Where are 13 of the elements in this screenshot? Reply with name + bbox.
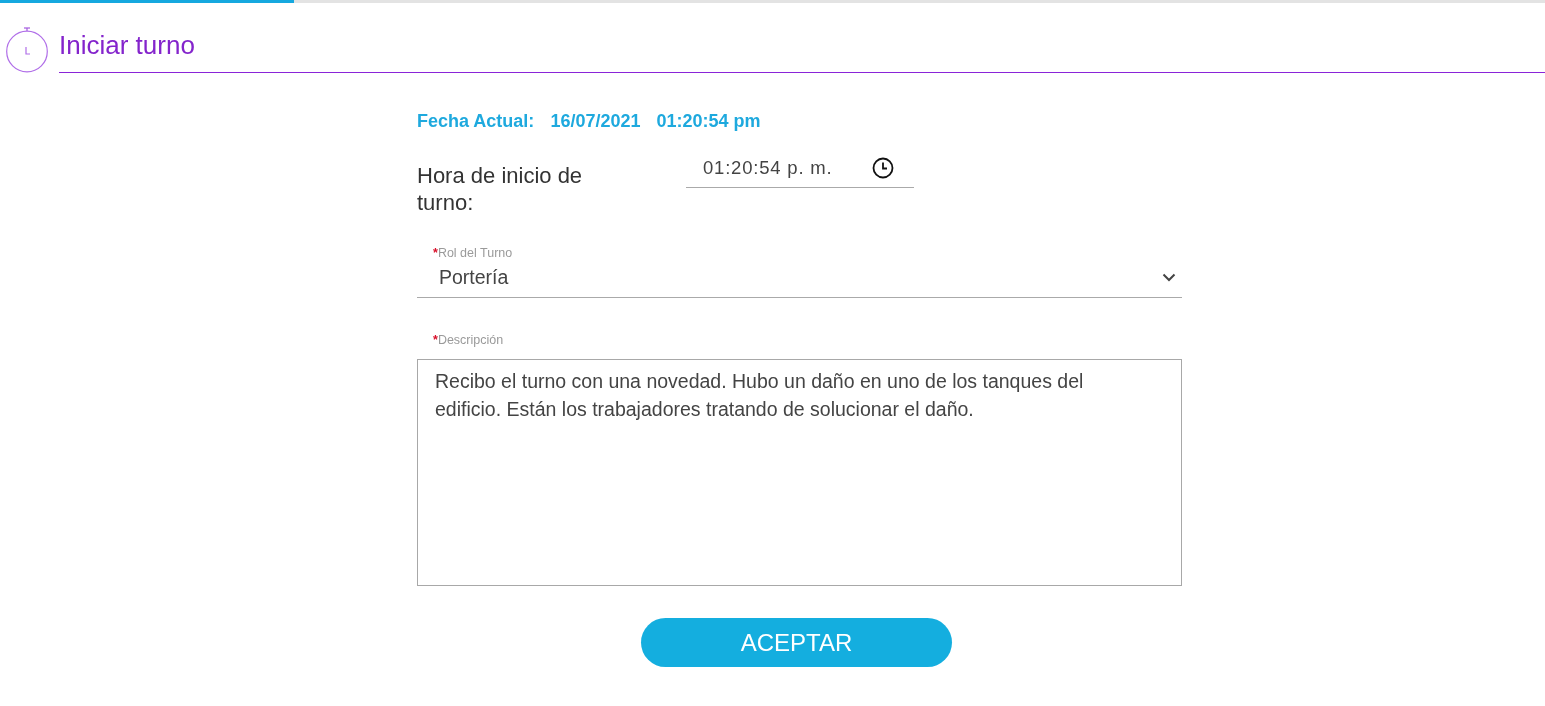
description-field[interactable]: Recibo el turno con una novedad. Hubo un daño en uno de los tanques del edificio. Están los trabajadores tratando de solucionar el daño. bbox=[417, 359, 1182, 586]
field-label: *Rol del Turno bbox=[432, 245, 514, 261]
role-select[interactable]: Portería bbox=[417, 261, 1182, 298]
start-time-label: Hora de inicio de turno: bbox=[417, 162, 584, 216]
clock-icon[interactable] bbox=[872, 156, 894, 179]
chevron-down-icon bbox=[1162, 272, 1176, 282]
current-date: 16/07/2021 bbox=[550, 110, 641, 132]
stopwatch-icon bbox=[6, 27, 48, 73]
field-label: *Descripción bbox=[432, 332, 505, 348]
time-field[interactable]: 01:20:54 p. m. bbox=[686, 148, 914, 188]
current-date-label: Fecha Actual: bbox=[417, 110, 535, 132]
current-time: 01:20:54 pm bbox=[656, 110, 761, 132]
page-title: Iniciar turno bbox=[59, 30, 195, 61]
